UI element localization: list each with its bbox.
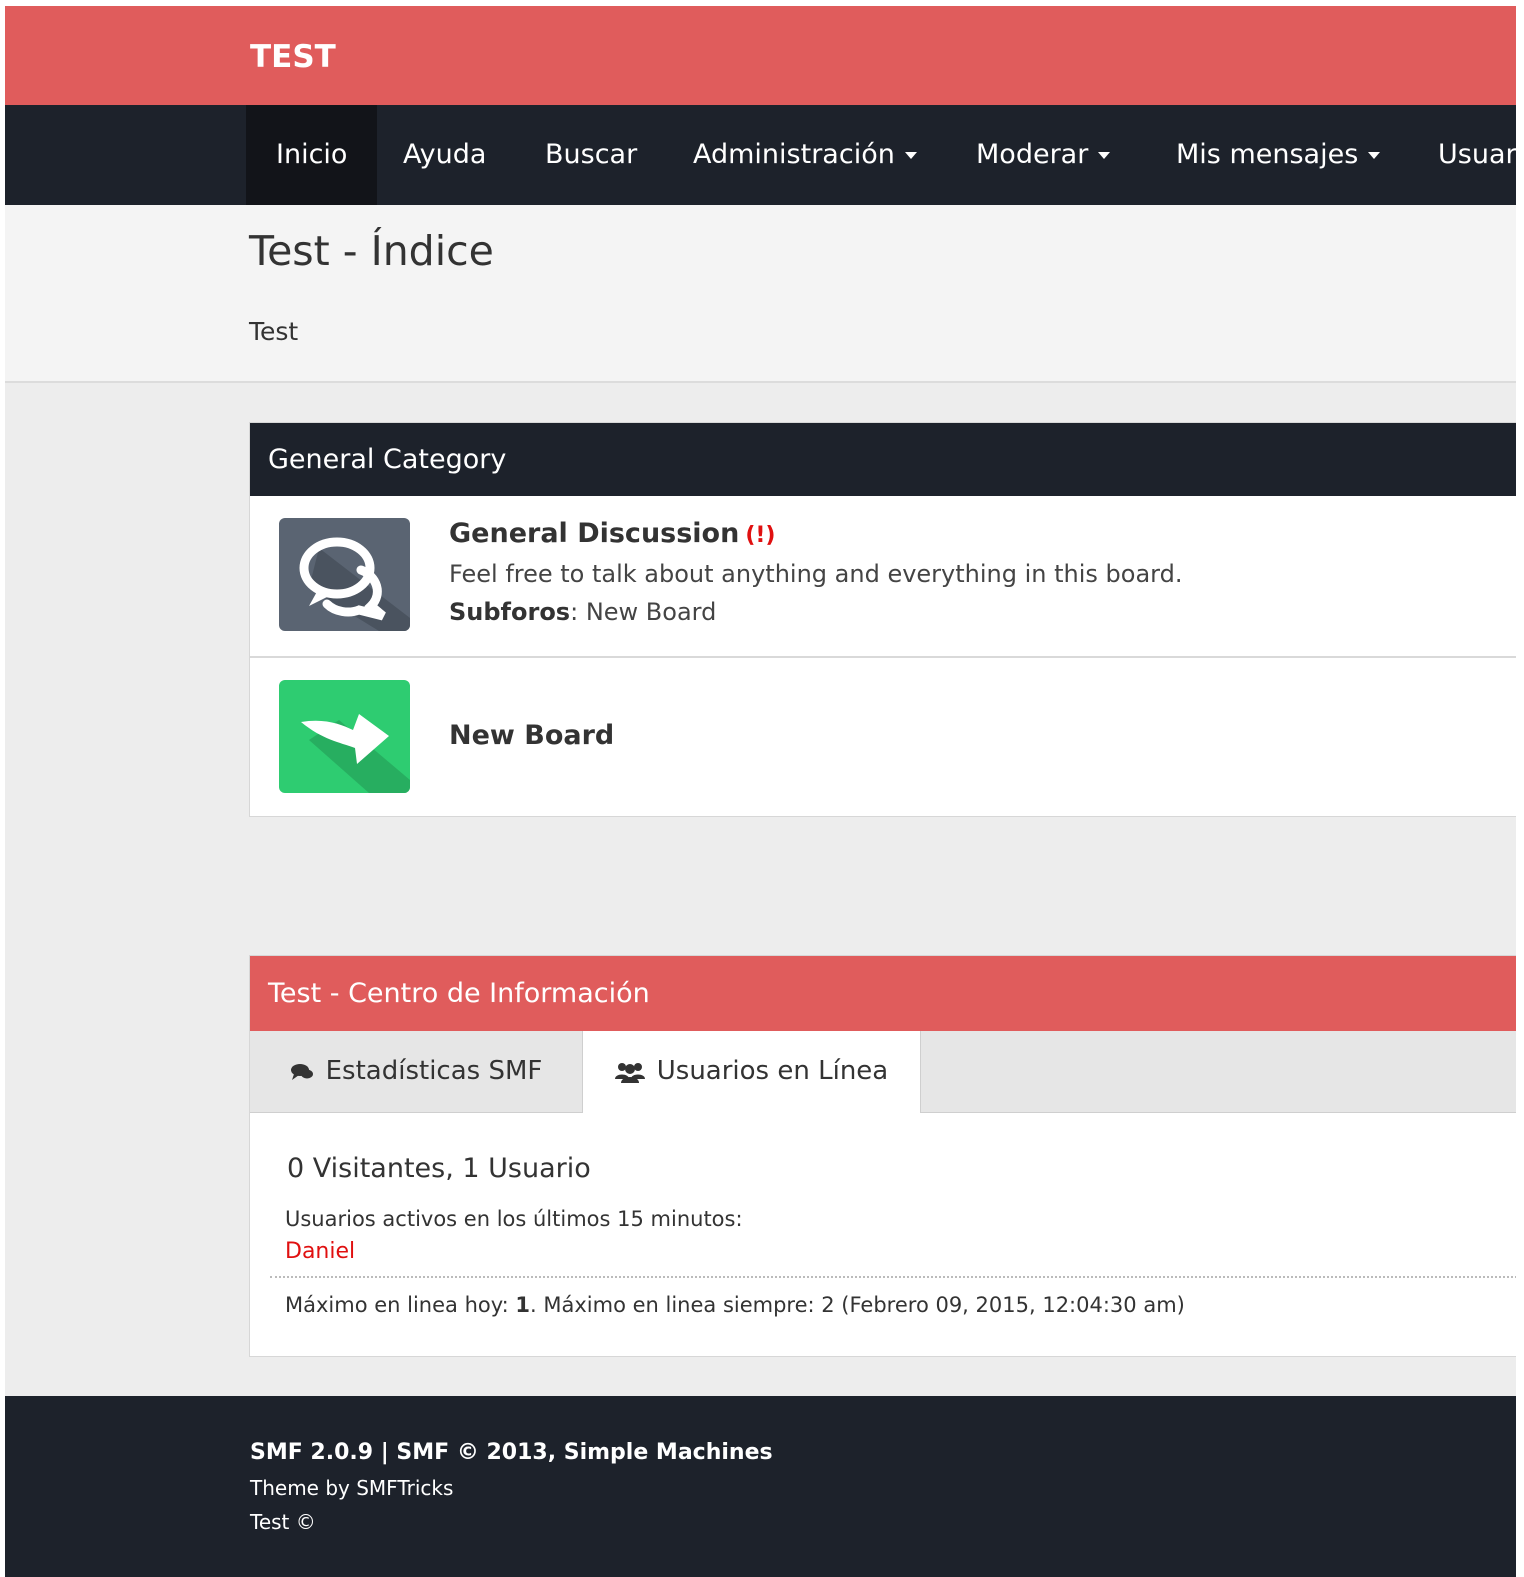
footer-forum-copyright: Test © <box>250 1510 316 1534</box>
nav-moderar[interactable]: Moderar <box>946 105 1140 205</box>
nav-inicio[interactable]: Inicio <box>246 105 378 205</box>
max-online-prefix: Máximo en linea hoy: <box>285 1293 516 1317</box>
title-bar: Test - Índice Test <box>5 205 1516 383</box>
main-nav: Inicio Ayuda Buscar Administración Moder… <box>5 105 1516 205</box>
board-row: General Discussion (!) Feel free to talk … <box>250 496 1516 658</box>
subboards-separator: : <box>570 598 586 626</box>
tab-estadisticas-label: Estadísticas SMF <box>325 1056 543 1086</box>
category-panel: General Category General Discussion (!) F… <box>249 422 1516 817</box>
nav-usuarios-label: Usuar <box>1438 139 1516 170</box>
active-users-label: Usuarios activos en los últimos 15 minut… <box>285 1207 743 1231</box>
users-icon <box>614 1062 645 1083</box>
tab-usuarios-en-linea[interactable]: Usuarios en Línea <box>582 1031 921 1113</box>
caret-down-icon <box>1368 152 1381 159</box>
brand-bar: TEST <box>5 6 1516 105</box>
board-name-text: General Discussion <box>449 518 740 549</box>
subboards-line: Subforos: New Board <box>449 598 716 626</box>
tab-usuarios-label: Usuarios en Línea <box>656 1056 889 1086</box>
info-center-panel: Test - Centro de Información Estadística… <box>249 955 1516 1357</box>
page-title: Test - Índice <box>249 227 494 275</box>
comments-icon <box>290 1063 313 1080</box>
nav-ayuda[interactable]: Ayuda <box>373 105 516 205</box>
info-center-header: Test - Centro de Información <box>250 956 1516 1031</box>
nav-mis-mensajes[interactable]: Mis mensajes <box>1146 105 1410 205</box>
nav-buscar[interactable]: Buscar <box>515 105 667 205</box>
subboard-link[interactable]: New Board <box>586 598 717 626</box>
footer: SMF 2.0.9 | SMF © 2013, Simple Machines … <box>5 1396 1516 1577</box>
nav-administracion-label: Administración <box>693 139 895 170</box>
board-name-link[interactable]: General Discussion (!) <box>449 518 776 549</box>
nav-administracion[interactable]: Administración <box>663 105 947 205</box>
page-subtitle: Test <box>249 317 299 346</box>
nav-usuarios[interactable]: Usuar <box>1408 105 1516 205</box>
nav-ayuda-label: Ayuda <box>403 139 487 170</box>
max-online-stats: Máximo en linea hoy: 1. Máximo en linea … <box>285 1293 1185 1317</box>
caret-down-icon <box>904 152 917 159</box>
info-tabs: Estadísticas SMF Usuarios en Línea <box>250 1031 1516 1113</box>
footer-theme-credit[interactable]: Theme by SMFTricks <box>250 1476 453 1500</box>
category-header[interactable]: General Category <box>250 423 1516 496</box>
online-user-link[interactable]: Daniel <box>285 1239 355 1264</box>
online-count: 0 Visitantes, 1 Usuario <box>287 1153 591 1184</box>
divider <box>270 1276 1516 1278</box>
redirect-arrow-icon[interactable] <box>279 680 410 793</box>
board-description: Feel free to talk about anything and eve… <box>449 560 1183 588</box>
nav-mis-mensajes-label: Mis mensajes <box>1176 139 1359 170</box>
footer-copyright[interactable]: SMF 2.0.9 | SMF © 2013, Simple Machines <box>250 1440 773 1465</box>
caret-down-icon <box>1098 152 1111 159</box>
max-online-suffix: . Máximo en linea siempre: 2 (Febrero 09… <box>530 1293 1185 1317</box>
tab-estadisticas[interactable]: Estadísticas SMF <box>250 1031 582 1112</box>
new-posts-flag: (!) <box>745 523 776 548</box>
max-online-today: 1 <box>515 1293 531 1317</box>
nav-buscar-label: Buscar <box>545 139 638 170</box>
nav-moderar-label: Moderar <box>976 139 1089 170</box>
speech-bubbles-icon[interactable] <box>279 518 410 631</box>
board-name-link[interactable]: New Board <box>449 720 614 751</box>
forum-page: TEST Inicio Ayuda Buscar Administración … <box>5 6 1516 1577</box>
nav-inicio-label: Inicio <box>276 139 348 170</box>
forum-logo-text[interactable]: TEST <box>250 39 336 75</box>
subboards-label: Subforos <box>449 598 571 626</box>
board-row: New Board <box>250 658 1516 816</box>
